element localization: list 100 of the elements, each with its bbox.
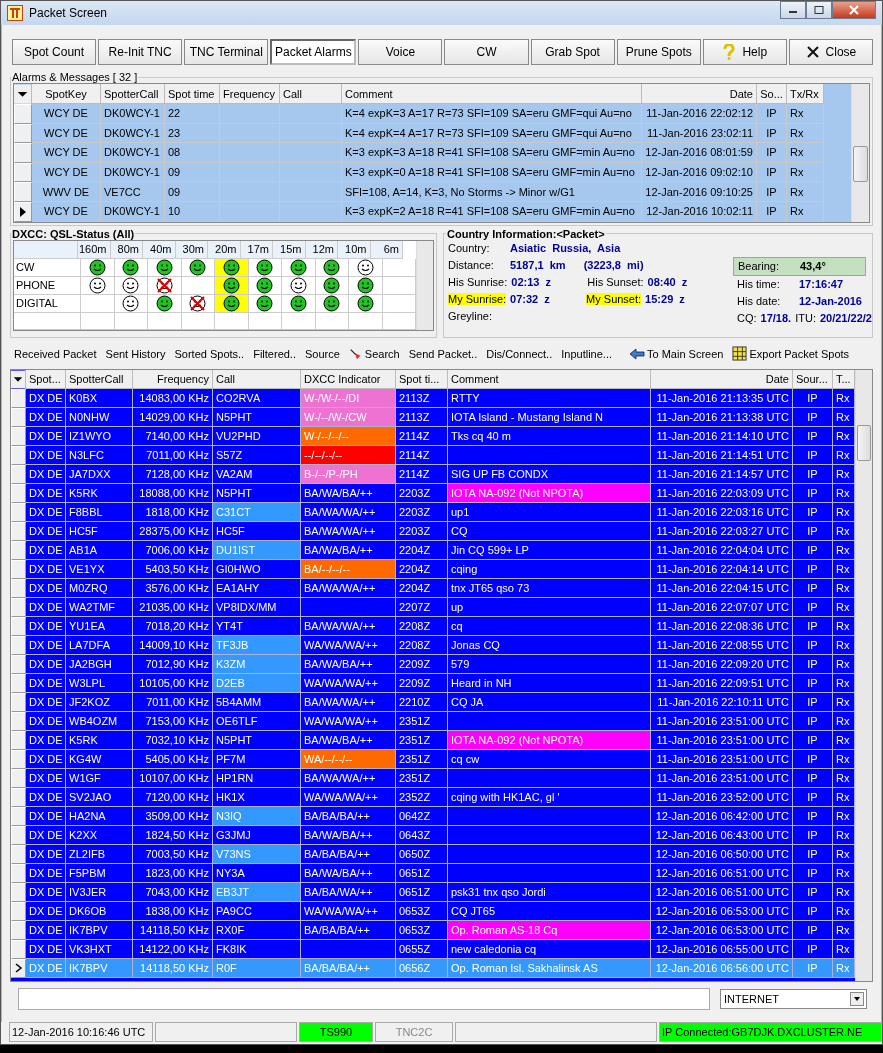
table-row[interactable]: DX DE HA2NA 3509,00 KHz N3IQ BA/BA/BA/++ 0642Z 12-Jan-2016 06:42:00 UTC IP Rx bbox=[11, 806, 855, 826]
table-row[interactable]: DX DE JF2KOZ 7011,00 KHz 5B4AMM BA/WA/WA/++ 2210Z CQ JA 11-Jan-2016 22:10:11 UTC IP Rx bbox=[11, 692, 855, 712]
table-row[interactable]: DX DE K5RK 7032,10 KHz N5PHT BA/WA/BA/++ 2351Z IOTA NA-092 (Not NPOTA) 11-Jan-2016 23:51:00 UTC IP Rx bbox=[11, 730, 855, 750]
table-row[interactable]: DX DE N0NHW 14029,00 KHz N5PHT W-/--/W-/CW 2113Z IOTA Island - Mustang Island N 11-Jan-2016 21:13:38 UTC IP Rx bbox=[11, 407, 855, 427]
table-row[interactable]: DX DE IV3JER 7043,00 KHz EB3JT BA/BA/WA/++ 0651Z psk31 tnx qso Jordi 12-Jan-2016 06:51:00 UTC IP Rx bbox=[11, 882, 855, 902]
column-header: 30m bbox=[175, 240, 208, 259]
table-cell: K=3 expK=0 A=18 R=41 SFI=108 SA=eru GMF=min Au=no bbox=[342, 162, 642, 183]
column-header[interactable]: Date bbox=[651, 369, 793, 389]
field-label: ITU: bbox=[794, 312, 816, 325]
menu-item[interactable]: Send Packet.. bbox=[408, 347, 478, 360]
table-cell: WCY DE bbox=[32, 143, 101, 163]
minimize-button[interactable] bbox=[780, 1, 806, 19]
table-row[interactable]: DX DE DK6OB 1838,00 KHz PA9CC WA/WA/WA/++ 0653Z CQ JT65 12-Jan-2016 06:53:00 UTC IP Rx bbox=[11, 901, 855, 921]
column-header[interactable]: Tx/Rx bbox=[787, 84, 824, 104]
column-header[interactable]: T... bbox=[833, 369, 855, 389]
table-cell: Rx bbox=[787, 162, 824, 183]
table-row[interactable]: DX DE W1GF 10107,00 KHz HP1RN BA/WA/WA/++ 2351Z 11-Jan-2016 23:51:00 UTC IP Rx bbox=[11, 768, 855, 788]
smiley-icon bbox=[256, 294, 274, 312]
table-row[interactable]: DX DE IK7BPV 14118,50 KHz RX0F BA/BA/BA/++ 0653Z Op. Roman AS-18 Cq 12-Jan-2016 06:53:00 UTC IP Rx bbox=[11, 920, 855, 940]
menu-item[interactable]: To Main Screen bbox=[629, 346, 724, 361]
column-header[interactable]: Frequency bbox=[133, 369, 213, 389]
menu-item[interactable]: Sent History bbox=[105, 347, 166, 360]
table-row[interactable]: DX DE WA2TMF 21035,00 KHz VP8IDX/MM 2207Z up 11-Jan-2016 22:07:07 UTC IP Rx bbox=[11, 597, 855, 617]
row-indicator[interactable] bbox=[14, 201, 32, 222]
current-row-icon bbox=[14, 963, 23, 974]
source-dropdown[interactable]: INTERNET bbox=[720, 988, 867, 1009]
maximize-button[interactable] bbox=[806, 1, 832, 19]
table-row[interactable]: DX DE IZ1WYO 7140,00 KHz VU2PHD W-/--/--/-- 2114Z Tks cq 40 m 11-Jan-2016 21:14:10 UTC IP Rx bbox=[11, 426, 855, 446]
menu-item[interactable]: Filtered.. bbox=[253, 347, 296, 360]
menu-item[interactable]: Received Packet bbox=[14, 347, 97, 360]
table-row[interactable]: DX DE M0ZRQ 3576,00 KHz EA1AHY BA/WA/WA/++ 2204Z tnx JT65 qso 73 11-Jan-2016 22:04:15 UTC IP Rx bbox=[11, 578, 855, 598]
column-header: 20m bbox=[208, 240, 241, 259]
table-cell: WCY DE bbox=[32, 201, 101, 222]
table-row[interactable]: DX DE N3LFC 7011,00 KHz S57Z --/--/--/-- 2114Z 11-Jan-2016 21:14:51 UTC IP Rx bbox=[11, 445, 855, 465]
toolbar-button[interactable]: Grab Spot bbox=[530, 39, 615, 65]
table-row[interactable]: DX DE SV2JAO 7120,00 KHz HK1X WA/WA/WA/++ 2352Z cqing with HK1AC, gl ' 11-Jan-2016 23:52:00 UTC IP Rx bbox=[11, 787, 855, 807]
column-header[interactable]: Spot time bbox=[165, 84, 220, 104]
toolbar-button[interactable]: Prune Spots bbox=[616, 39, 701, 65]
column-header[interactable]: Frequency bbox=[220, 84, 280, 104]
menu-item[interactable]: Source bbox=[305, 347, 340, 360]
table-cell bbox=[280, 143, 342, 163]
column-header[interactable]: So... bbox=[757, 84, 787, 104]
column-header[interactable]: Spot... bbox=[26, 369, 66, 389]
menu-item[interactable]: Inputline... bbox=[561, 347, 612, 360]
close-window-button[interactable] bbox=[832, 1, 876, 19]
toolbar-button[interactable]: Voice bbox=[358, 39, 443, 65]
scrollbar[interactable] bbox=[416, 240, 433, 330]
toolbar-button[interactable]: Help bbox=[702, 39, 787, 65]
column-header[interactable]: SpotKey bbox=[32, 84, 101, 104]
table-cell: 12-Jan-2016 08:01:59 bbox=[642, 143, 757, 163]
menu-item[interactable]: Export Packet Spots bbox=[732, 346, 850, 362]
toolbar-button[interactable]: Close bbox=[788, 39, 873, 65]
table-row[interactable]: DX DE K2XX 1824,50 KHz G3JMJ BA/WA/BA/++ 0643Z 12-Jan-2016 06:43:00 UTC IP Rx bbox=[11, 825, 855, 845]
field-label: His time: bbox=[736, 278, 781, 291]
table-row[interactable]: DX DE HC5F 28375,00 KHz HC5F BA/WA/WA/++ 2203Z CQ 11-Jan-2016 22:03:27 UTC IP Rx bbox=[11, 521, 855, 541]
table-row[interactable]: DX DE K0BX 14083,00 KHz CO2RVA W-/W-/--/DI 2113Z RTTY 11-Jan-2016 21:13:35 UTC IP Rx bbox=[11, 388, 855, 408]
table-row[interactable]: DX DE F8BBL 1818,00 KHz C31CT BA/WA/WA/++ 2203Z up1 11-Jan-2016 22:03:16 UTC IP Rx bbox=[11, 502, 855, 522]
toolbar-button[interactable]: Re-Init TNC bbox=[98, 39, 183, 65]
toolbar-button[interactable]: TNC Terminal bbox=[184, 39, 269, 65]
table-row[interactable]: DX DE KG4W 5405,00 KHz PF7M WA/--/--/-- 2351Z cq cw 11-Jan-2016 23:51:00 UTC IP Rx bbox=[11, 749, 855, 769]
toolbar-button[interactable]: CW bbox=[444, 39, 529, 65]
column-header[interactable]: Date bbox=[642, 84, 757, 104]
input-field[interactable] bbox=[18, 987, 710, 1010]
table-row[interactable]: DX DE WB4OZM 7153,00 KHz OE6TLF WA/WA/WA/++ 2351Z 11-Jan-2016 23:51:00 UTC IP Rx bbox=[11, 711, 855, 731]
table-row[interactable]: DX DE K5RK 18088,00 KHz N5PHT BA/WA/BA/++ 2203Z IOTA NA-092 (Not NPOTA) 11-Jan-2016 22:03:09 UTC IP Rx bbox=[11, 483, 855, 503]
toolbar-button[interactable]: Packet Alarms bbox=[270, 39, 357, 65]
table-row[interactable]: DX DE AB1A 7006,00 KHz DU1IST BA/WA/BA/++ 2204Z Jin CQ 599+ LP 11-Jan-2016 22:04:04 UTC IP Rx bbox=[11, 540, 855, 560]
column-header[interactable]: Spot ti... bbox=[396, 369, 448, 389]
status-clock: 12-Jan-2016 10:16:46 UTC bbox=[9, 1022, 153, 1042]
table-row[interactable]: DX DE ZL2IFB 7003,50 KHz V73NS BA/BA/BA/++ 0650Z 12-Jan-2016 06:50:00 UTC IP Rx bbox=[11, 844, 855, 864]
menu-item[interactable]: Dis/Connect.. bbox=[486, 347, 553, 360]
table-row[interactable]: DX DE JA2BGH 7012,90 KHz K3ZM BA/WA/BA/++ 2209Z 579 11-Jan-2016 22:09:20 UTC IP Rx bbox=[11, 654, 855, 674]
table-row[interactable]: DX DE W3LPL 10105,00 KHz D2EB WA/WA/WA/++ 2209Z Heard in NH 11-Jan-2016 22:09:51 UTC IP Rx bbox=[11, 673, 855, 693]
table-row[interactable]: DX DE YU1EA 7018,20 KHz YT4T BA/WA/WA/++ 2208Z cq 11-Jan-2016 22:08:36 UTC IP Rx bbox=[11, 616, 855, 636]
menu-item[interactable]: Sorted Spots.. bbox=[174, 347, 245, 360]
table-cell: IP bbox=[757, 162, 787, 183]
table-row[interactable]: DX DE JA7DXX 7128,00 KHz VA2AM B-/--/P-/PH 2114Z SIG UP FB CONDX 11-Jan-2016 21:14:57 UTC IP Rx bbox=[11, 464, 855, 484]
column-menu-icon[interactable] bbox=[14, 84, 32, 104]
table-cell: VE7CC bbox=[101, 182, 165, 202]
scrollbar[interactable] bbox=[855, 369, 872, 981]
column-header[interactable]: Call bbox=[213, 369, 301, 389]
column-header[interactable]: SpotterCall bbox=[66, 369, 133, 389]
table-row[interactable]: DX DE VE1YX 5403,50 KHz GI0HWO BA/--/--/-- 2204Z cqing 11-Jan-2016 22:04:14 UTC IP Rx bbox=[11, 559, 855, 579]
column-header[interactable]: DXCC Indicator bbox=[301, 369, 396, 389]
scrollbar[interactable] bbox=[851, 84, 869, 222]
column-header[interactable]: Comment bbox=[342, 84, 642, 104]
column-header[interactable]: Sour... bbox=[793, 369, 833, 389]
table-cell: 22 bbox=[165, 104, 220, 124]
table-row[interactable]: DX DE VK3HXT 14122,00 KHz FK8IK 0655Z new caledonia cq 12-Jan-2016 06:55:00 UTC IP Rx bbox=[11, 939, 855, 959]
column-menu-icon[interactable] bbox=[11, 369, 26, 389]
table-row[interactable]: DX DE LA7DFA 14009,10 KHz TF3JB WA/WA/WA/++ 2208Z Jonas CQ 11-Jan-2016 22:08:55 UTC IP Rx bbox=[11, 635, 855, 655]
column-header[interactable]: SpotterCall bbox=[101, 84, 165, 104]
menu-item[interactable]: Search bbox=[348, 346, 400, 361]
smiley-icon bbox=[289, 294, 307, 312]
toolbar-button[interactable]: Spot Count bbox=[12, 39, 97, 65]
table-row[interactable]: DX DE F5PBM 1823,00 KHz NY3A BA/WA/BA/++ 0651Z 12-Jan-2016 06:51:00 UTC IP Rx bbox=[11, 863, 855, 883]
column-header[interactable]: Call bbox=[280, 84, 342, 104]
column-header[interactable]: Comment bbox=[448, 369, 651, 389]
table-cell: K=3 expK=3 A=18 R=41 SFI=108 SA=eru GMF=min Au=no bbox=[342, 143, 642, 163]
column-header: 6m bbox=[370, 240, 403, 259]
